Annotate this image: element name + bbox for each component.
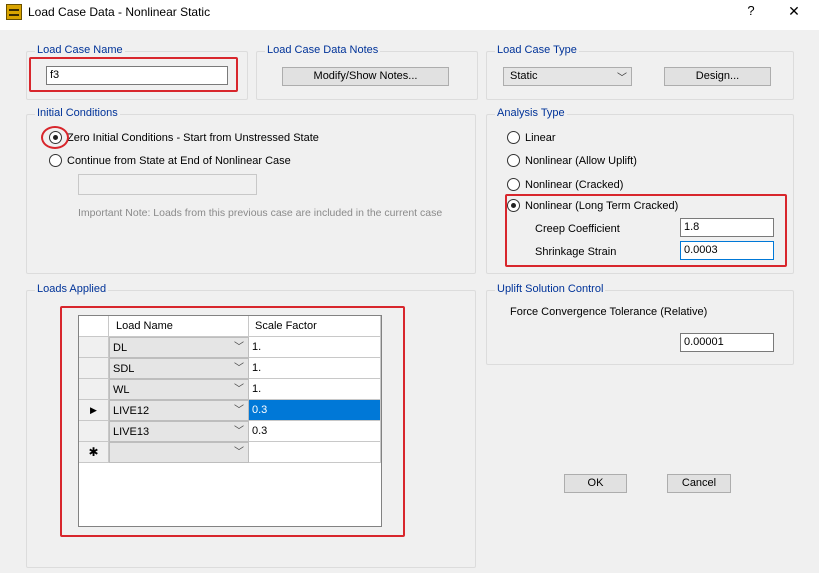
loads-applied-legend: Loads Applied	[35, 283, 109, 295]
cancel-button[interactable]: Cancel	[667, 474, 731, 493]
radio-nonlinear-cracked[interactable]: Nonlinear (Cracked)	[507, 178, 623, 191]
help-button[interactable]: ?	[744, 3, 758, 19]
annotation-highlight	[41, 126, 69, 149]
title-bar: Load Case Data - Nonlinear Static ? ✕	[0, 0, 819, 30]
window-title: Load Case Data - Nonlinear Static	[28, 5, 211, 19]
radio-continue-from-state[interactable]: Continue from State at End of Nonlinear …	[49, 154, 291, 167]
radio-button[interactable]	[49, 154, 62, 167]
previous-case-select[interactable]	[78, 174, 257, 195]
radio-zero-initial[interactable]: Zero Initial Conditions - Start from Uns…	[49, 131, 319, 144]
dialog-body: Load Case Name f3 Load Case Data Notes M…	[0, 30, 819, 573]
load-case-type-value: Static	[510, 70, 538, 82]
radio-cracked-label: Nonlinear (Cracked)	[525, 178, 624, 191]
annotation-highlight	[60, 306, 405, 537]
chevron-down-icon: ﹀	[617, 73, 627, 84]
load-case-type-select[interactable]: Static ﹀	[503, 67, 632, 86]
radio-continue-label: Continue from State at End of Nonlinear …	[67, 154, 291, 167]
ok-button[interactable]: OK	[564, 474, 627, 493]
radio-nonlinear-allow-uplift[interactable]: Nonlinear (Allow Uplift)	[507, 154, 637, 167]
radio-zero-initial-label: Zero Initial Conditions - Start from Uns…	[67, 131, 319, 144]
radio-linear[interactable]: Linear	[507, 131, 556, 144]
load-case-name-legend: Load Case Name	[35, 44, 125, 56]
radio-button[interactable]	[507, 178, 520, 191]
uplift-solution-group: Uplift Solution Control	[486, 283, 794, 365]
force-tolerance-input[interactable]: 0.00001	[680, 333, 774, 352]
radio-linear-label: Linear	[525, 131, 556, 144]
app-icon	[6, 4, 22, 20]
radio-button[interactable]	[507, 131, 520, 144]
initial-conditions-legend: Initial Conditions	[35, 107, 120, 119]
close-button[interactable]: ✕	[786, 3, 802, 19]
annotation-highlight	[29, 57, 238, 92]
annotation-highlight	[505, 194, 787, 267]
design-button[interactable]: Design...	[664, 67, 771, 86]
uplift-solution-legend: Uplift Solution Control	[495, 283, 606, 295]
notes-legend: Load Case Data Notes	[265, 44, 381, 56]
modify-show-notes-button[interactable]: Modify/Show Notes...	[282, 67, 449, 86]
radio-button[interactable]	[507, 154, 520, 167]
load-case-type-legend: Load Case Type	[495, 44, 579, 56]
important-note: Important Note: Loads from this previous…	[78, 207, 443, 219]
force-tolerance-label: Force Convergence Tolerance (Relative)	[510, 306, 708, 318]
radio-allow-uplift-label: Nonlinear (Allow Uplift)	[525, 154, 637, 167]
analysis-type-legend: Analysis Type	[495, 107, 567, 119]
